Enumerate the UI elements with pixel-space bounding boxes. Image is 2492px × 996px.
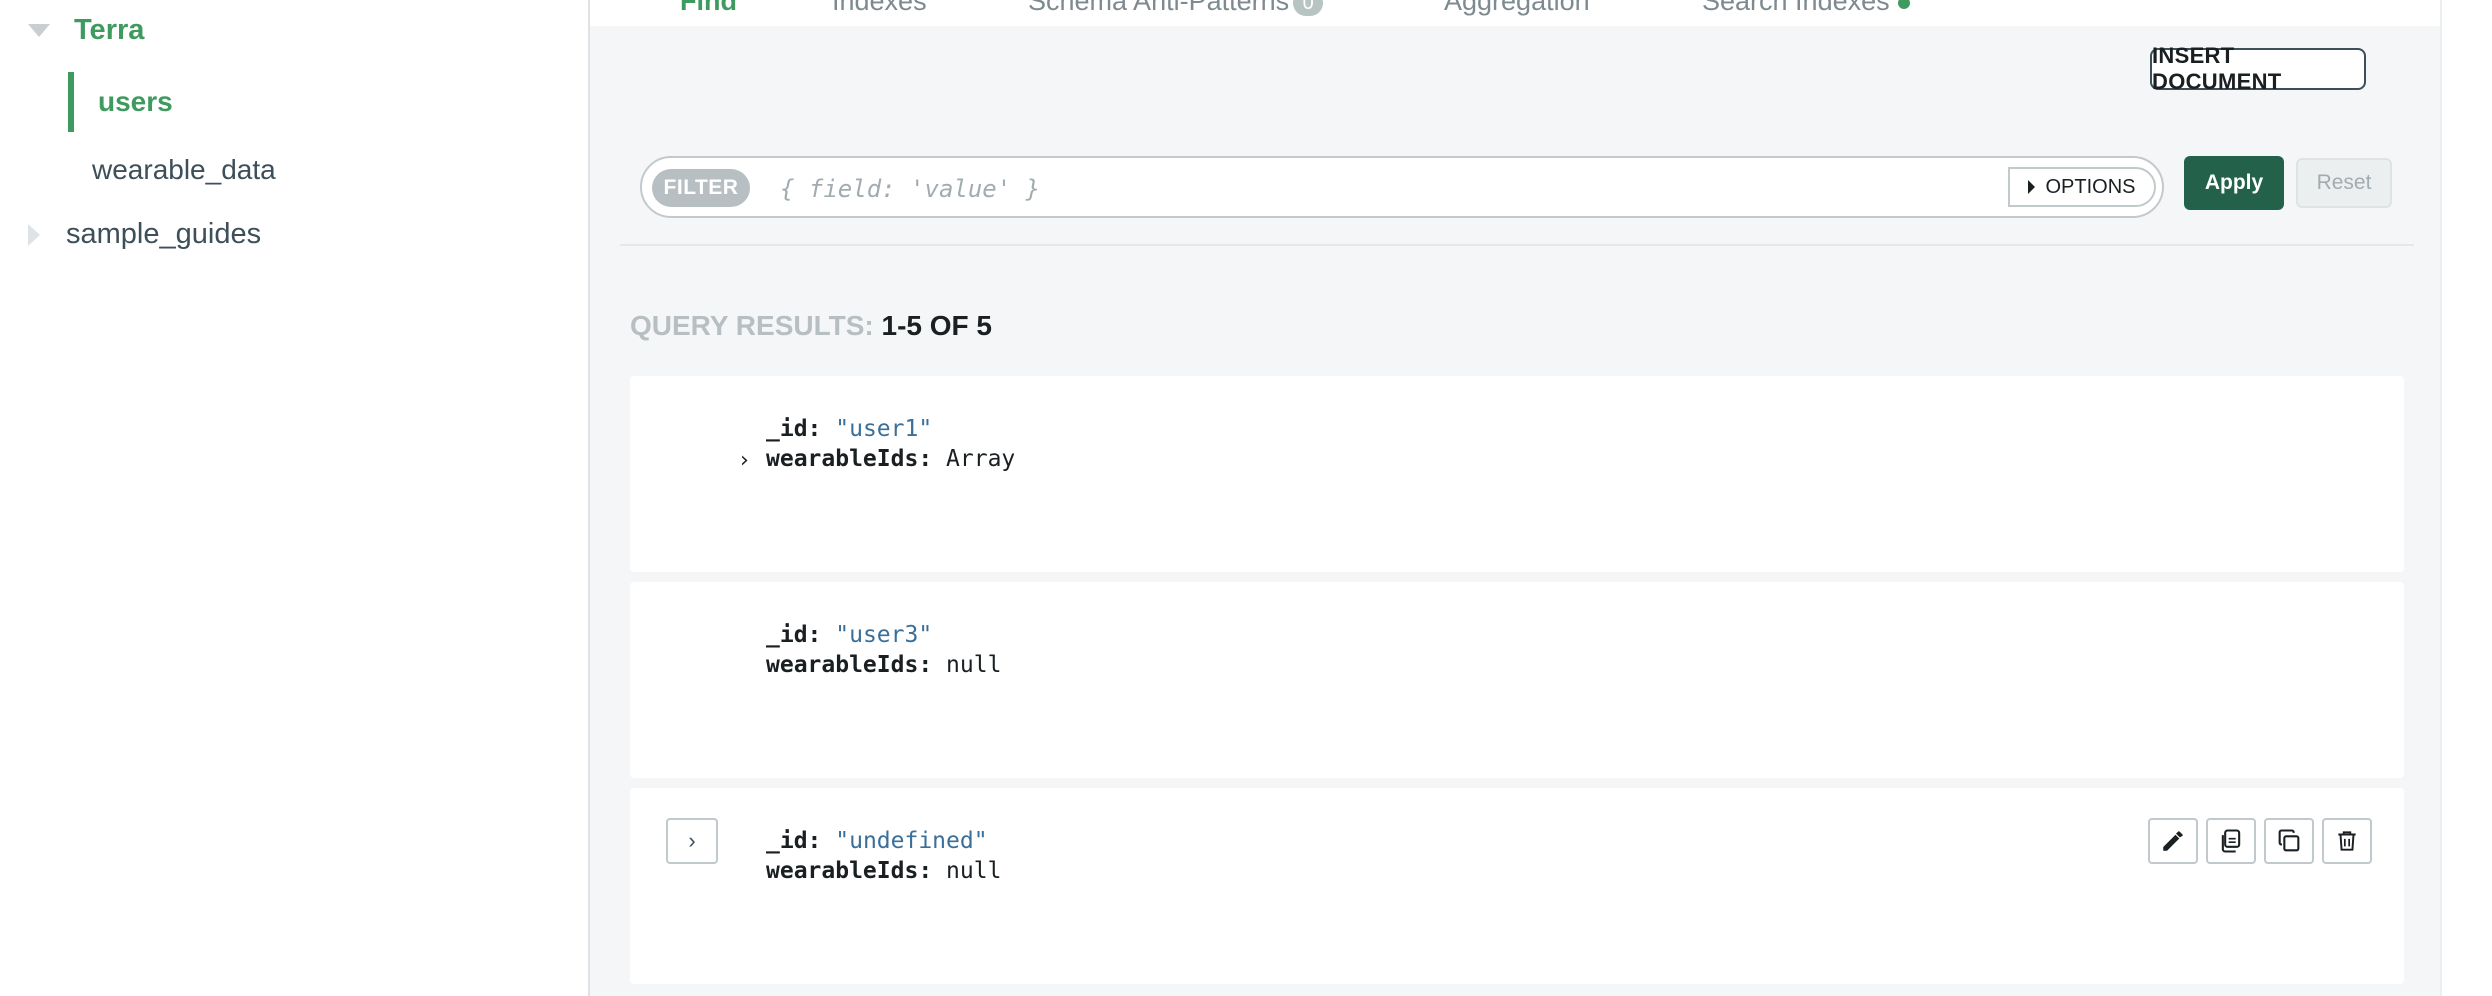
field-value[interactable]: null	[946, 652, 1001, 678]
status-dot-icon	[1897, 0, 1910, 9]
doc-field: wearableIds: null	[766, 858, 1001, 884]
field-key: _id:	[766, 828, 822, 854]
tab-indexes[interactable]: Indexes	[832, 0, 927, 17]
copy-icon	[2221, 829, 2241, 853]
document-card[interactable]	[630, 582, 2404, 778]
field-key: _id:	[766, 416, 822, 442]
tab-schema-anti-patterns[interactable]: Schema Anti-Patterns 0	[1028, 0, 1324, 17]
db-name: sample_guides	[66, 218, 262, 250]
sidebar-db-terra[interactable]: Terra	[28, 14, 144, 47]
field-value[interactable]: "undefined"	[835, 828, 987, 854]
filter-label: FILTER	[652, 169, 750, 207]
results-count: 1-5 OF 5	[881, 310, 992, 341]
document-card[interactable]	[630, 376, 2404, 572]
caret-right-icon[interactable]	[28, 223, 40, 246]
reset-button[interactable]: Reset	[2296, 158, 2392, 208]
collection-tabs: Find Indexes Schema Anti-Patterns 0 Aggre…	[590, 0, 2440, 26]
tab-label: Schema Anti-Patterns	[1028, 0, 1290, 16]
tab-search-indexes[interactable]: Search Indexes	[1702, 0, 1910, 17]
field-key: wearableIds:	[766, 446, 933, 472]
filter-input[interactable]	[778, 168, 1842, 210]
copy-document-button[interactable]	[2206, 818, 2256, 864]
tab-aggregation[interactable]: Aggregation	[1444, 0, 1590, 17]
clone-document-button[interactable]	[2264, 818, 2314, 864]
field-key: wearableIds:	[766, 858, 933, 884]
field-value[interactable]: "user1"	[835, 416, 932, 442]
delete-document-button[interactable]	[2322, 818, 2372, 864]
sidebar-item-users[interactable]: users	[68, 72, 594, 132]
filter-bar: FILTER OPTIONS	[640, 156, 2164, 218]
insert-document-button[interactable]: INSERT DOCUMENT	[2150, 43, 2366, 94]
pencil-icon	[2163, 831, 2183, 851]
field-key: wearableIds:	[766, 652, 933, 678]
chevron-right-icon[interactable]: ›	[740, 448, 749, 473]
edit-document-button[interactable]	[2148, 818, 2198, 864]
options-label: OPTIONS	[2045, 175, 2136, 198]
sidebar-item-wearable-data[interactable]: wearable_data	[92, 154, 276, 186]
clone-icon	[2278, 829, 2300, 852]
apply-button[interactable]: Apply	[2184, 156, 2284, 210]
db-name: Terra	[74, 14, 145, 46]
chevron-right-icon: ›	[688, 828, 696, 853]
expand-document-button[interactable]: ›	[666, 818, 718, 864]
options-button[interactable]: OPTIONS	[2008, 167, 2156, 207]
sidebar: Terra users wearable_data sample_guides	[0, 0, 590, 996]
caret-right-icon	[2028, 180, 2036, 194]
field-key: _id:	[766, 622, 822, 648]
document-card[interactable]	[630, 788, 2404, 984]
scrollbar-track[interactable]	[2440, 0, 2492, 996]
divider	[620, 244, 2414, 246]
tab-find[interactable]: Find	[680, 0, 737, 17]
doc-field: _id: "user1"	[766, 416, 932, 442]
caret-down-icon[interactable]	[28, 24, 50, 37]
doc-field: wearableIds: Array	[766, 446, 1015, 472]
query-results-summary: QUERY RESULTS: 1-5 OF 5	[630, 310, 992, 342]
sidebar-db-sample-guides[interactable]: sample_guides	[28, 218, 261, 251]
tab-label: Search Indexes	[1702, 0, 1890, 16]
doc-field: wearableIds: null	[766, 652, 1001, 678]
field-value[interactable]: null	[946, 858, 1001, 884]
trash-icon	[2338, 831, 2356, 851]
doc-field: _id: "undefined"	[766, 828, 988, 854]
field-value[interactable]: "user3"	[835, 622, 932, 648]
collection-name: users	[98, 86, 173, 117]
results-prefix: QUERY RESULTS:	[630, 310, 874, 341]
field-value[interactable]: Array	[946, 446, 1015, 472]
doc-field: _id: "user3"	[766, 622, 932, 648]
count-badge: 0	[1293, 0, 1324, 16]
